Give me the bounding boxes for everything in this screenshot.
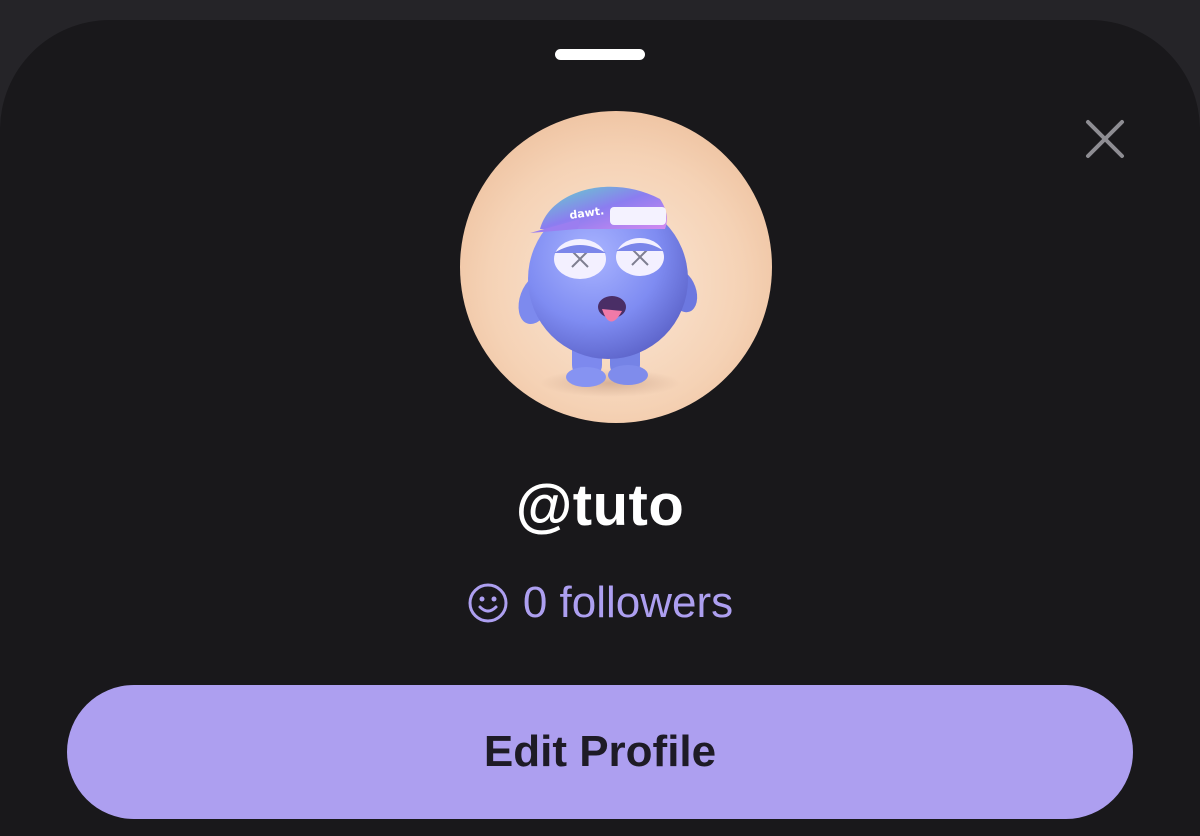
followers-label: 0 followers [522, 578, 734, 627]
profile-sheet: dawt. @tuto 0 followers Edit Profile [0, 20, 1200, 836]
close-icon [1086, 120, 1124, 158]
close-button[interactable] [1078, 112, 1132, 166]
edit-profile-label: Edit Profile [483, 727, 717, 776]
smiley-icon [467, 582, 509, 624]
avatar: dawt. [460, 111, 772, 423]
drag-handle[interactable] [555, 49, 645, 60]
avatar-character-image: dawt. [518, 186, 698, 397]
username: @tuto [515, 473, 685, 538]
edit-profile-button[interactable]: Edit Profile [67, 685, 1133, 819]
followers-count[interactable]: 0 followers [0, 578, 1200, 628]
